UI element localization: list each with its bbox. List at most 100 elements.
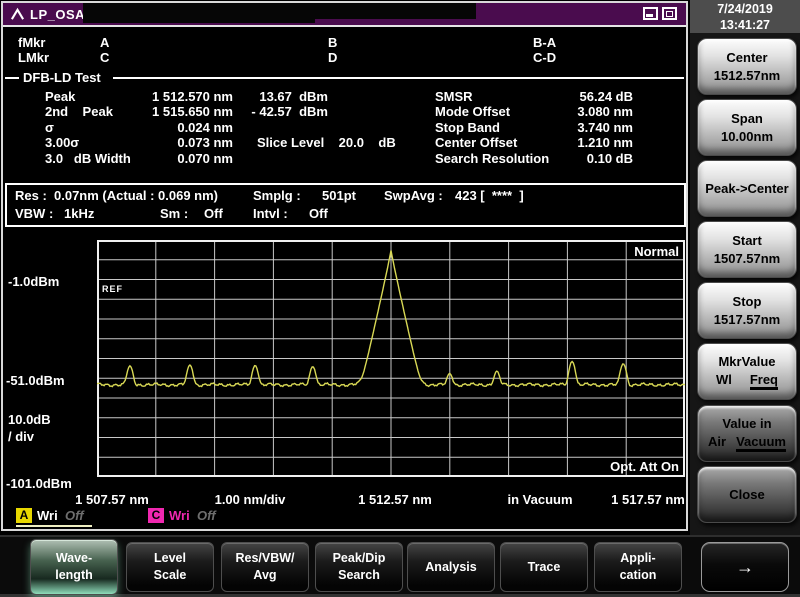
meas-label: 2nd Peak — [45, 104, 113, 119]
meas-label: Mode Offset — [435, 104, 511, 119]
section-rule-right — [113, 77, 684, 79]
res-label: Res : — [15, 188, 47, 203]
value-air-option[interactable]: Air — [708, 434, 726, 452]
x-label-medium: in Vacuum — [507, 492, 573, 507]
title-bar: LP_OSA_ — [3, 3, 686, 27]
function-menu-bar: Wave-length Level Scale Res/VBW/Avg Peak/… — [0, 535, 800, 597]
fmkr-b: B — [328, 35, 338, 50]
mkr-freq-option[interactable]: Freq — [749, 372, 778, 390]
meas-value: 0.10 dB — [586, 151, 633, 166]
osa-screen: LP_OSA_ fMkr A B B-A LMkr C D C-D DFB-LD… — [0, 0, 800, 597]
right-arrow-icon: → — [736, 556, 754, 577]
vbw-value: 1kHz — [64, 206, 95, 221]
trace-c-mode: Wri — [169, 508, 190, 523]
x-label-div: 1.00 nm/div — [214, 492, 286, 507]
slice-level: Slice Level 20.0 dB — [257, 135, 396, 150]
trace-c-state: Off — [197, 508, 216, 523]
vbw-label: VBW : — [15, 206, 54, 221]
res-value: 0.07nm (Actual : 0.069 nm) — [54, 188, 218, 203]
span-button[interactable]: Span 10.00nm — [697, 99, 797, 156]
meas-value: 56.24 dB — [579, 89, 633, 104]
more-menus-arrow-button[interactable]: → — [701, 542, 789, 592]
fmkr-a: A — [100, 35, 110, 50]
meas-value: 3.740 nm — [577, 120, 633, 135]
marker-value-button[interactable]: MkrValue Wl Freq — [697, 343, 797, 400]
meas-wavelength: 0.070 nm — [177, 151, 233, 166]
center-button[interactable]: Center 1512.57nm — [697, 38, 797, 95]
meas-level: 13.67 dBm — [259, 89, 328, 104]
value-in-button[interactable]: Value in Air Vacuum — [697, 405, 797, 462]
minimize-button[interactable] — [643, 7, 658, 20]
opt-att-label: Opt. Att On — [610, 459, 679, 474]
tab-res-vbw-avg[interactable]: Res/VBW/Avg — [221, 542, 309, 592]
redaction-overlay — [229, 3, 476, 19]
meas-label: Stop Band — [435, 120, 500, 135]
lmkr-c: C — [100, 50, 110, 65]
lmkr-d: D — [328, 50, 338, 65]
intvl-label: Intvl : — [253, 206, 288, 221]
meas-label: 3.00σ — [45, 135, 80, 150]
meas-value: 3.080 nm — [577, 104, 633, 119]
intvl-value: Off — [309, 206, 328, 221]
datetime-panel: 7/24/2019 13:41:27 — [690, 0, 800, 33]
x-label-start: 1 507.57 nm — [75, 492, 149, 507]
y-label-div2: / div — [8, 429, 35, 444]
smplg-value: 501pt — [322, 188, 356, 203]
stop-button[interactable]: Stop 1517.57nm — [697, 282, 797, 339]
meas-label: SMSR — [435, 89, 473, 104]
lmkr-label: LMkr — [18, 50, 50, 65]
meas-wavelength: 1 515.650 nm — [152, 104, 233, 119]
peak-to-center-button[interactable]: Peak->Center — [697, 160, 797, 217]
spectrum-trace — [97, 240, 685, 477]
sm-label: Sm : — [160, 206, 189, 221]
maximize-button[interactable] — [662, 7, 677, 20]
meas-wavelength: 1 512.570 nm — [152, 89, 233, 104]
y-label-div: 10.0dB — [8, 412, 51, 427]
meas-level: - 42.57 dBm — [251, 104, 328, 119]
meas-value: 1.210 nm — [577, 135, 633, 150]
ref-line-label: REF — [102, 284, 123, 294]
section-title: DFB-LD Test — [23, 70, 101, 85]
tab-level-scale[interactable]: Level Scale — [126, 542, 214, 592]
start-button[interactable]: Start 1507.57nm — [697, 221, 797, 278]
smplg-label: Smplg : — [253, 188, 301, 203]
lmkr-c-d: C-D — [533, 50, 557, 65]
trace-c-badge[interactable]: C — [148, 508, 164, 523]
display-mode-label: Normal — [634, 244, 679, 259]
trace-a-underline — [16, 525, 92, 527]
sm-value: Off — [204, 206, 223, 221]
meas-label: σ — [45, 120, 54, 135]
tab-analysis[interactable]: Analysis — [407, 542, 495, 592]
time-text: 13:41:27 — [719, 18, 771, 32]
fmkr-label: fMkr — [18, 35, 46, 50]
meas-wavelength: 0.073 nm — [177, 135, 233, 150]
meas-wavelength: 0.024 nm — [177, 120, 233, 135]
date-text: 7/24/2019 — [717, 2, 773, 16]
tab-peak-dip-search[interactable]: Peak/Dip Search — [315, 542, 403, 592]
trace-a-state: Off — [65, 508, 84, 523]
sweep-settings-bar: Res : 0.07nm (Actual : 0.069 nm) Smplg :… — [5, 183, 686, 227]
trace-a-badge[interactable]: A — [16, 508, 32, 523]
swpavg-value: 423 [ **** ] — [455, 188, 524, 203]
spectrum-plot: Normal REF Opt. Att On — [97, 240, 685, 477]
y-label-ref: -1.0dBm — [8, 274, 60, 289]
minimize-icon — [646, 14, 653, 17]
x-label-center: 1 512.57 nm — [358, 492, 432, 507]
y-label-mid: -51.0dBm — [6, 373, 65, 388]
maximize-icon — [666, 11, 673, 17]
meas-label: Peak — [45, 89, 76, 104]
section-rule-left — [5, 77, 19, 79]
tab-application[interactable]: Appli-cation — [594, 542, 682, 592]
mkr-wl-option[interactable]: Wl — [716, 372, 732, 390]
swpavg-label: SwpAvg : — [384, 188, 443, 203]
close-button[interactable]: Close — [697, 466, 797, 523]
trace-a-mode: Wri — [37, 508, 58, 523]
anritsu-logo-icon — [10, 7, 25, 20]
tab-wavelength[interactable]: Wave-length — [30, 539, 118, 595]
value-vacuum-option[interactable]: Vacuum — [736, 434, 786, 452]
fmkr-b-a: B-A — [533, 35, 557, 50]
softkey-sidebar: 7/24/2019 13:41:27 Center 1512.57nm Span… — [690, 0, 800, 535]
y-label-bottom: -101.0dBm — [6, 476, 72, 491]
tab-trace[interactable]: Trace — [500, 542, 588, 592]
app-window: LP_OSA_ fMkr A B B-A LMkr C D C-D DFB-LD… — [1, 1, 688, 531]
